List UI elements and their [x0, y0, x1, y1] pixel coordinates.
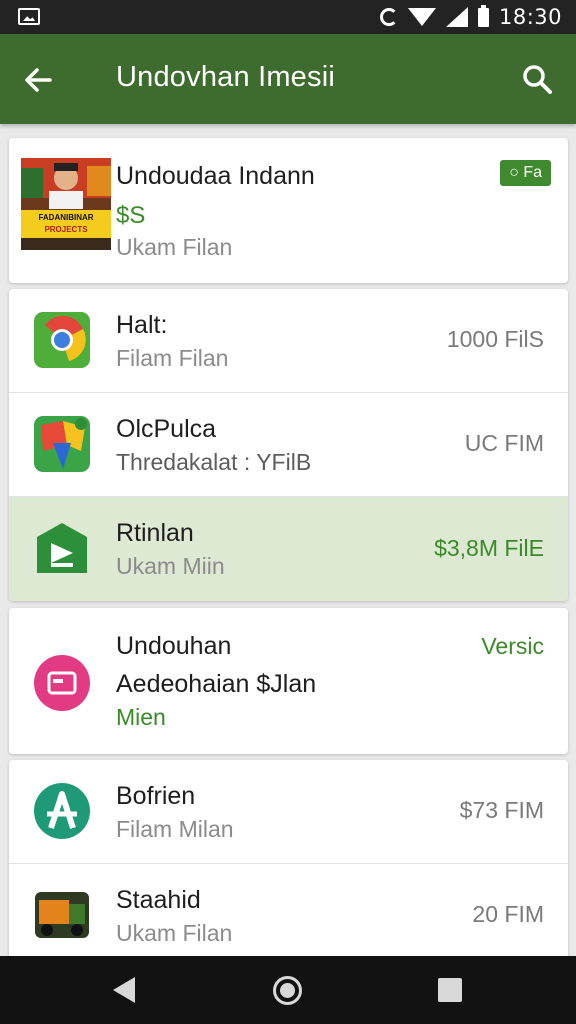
app-name: Rtinlan: [116, 519, 194, 547]
list-item[interactable]: Halt: Filam Filan 1000 FilS: [9, 289, 568, 393]
app-list-2: Bofrien Filam Milan $73 FIM Staahid Ukam…: [9, 760, 568, 960]
status-bar: 18:30: [0, 0, 576, 34]
featured-subtitle: Ukam Filan: [116, 234, 233, 260]
app-size: 20 FIM: [472, 901, 544, 927]
gallery-icon: [18, 8, 40, 25]
search-icon[interactable]: [520, 62, 554, 96]
app-size: 1000 FilS: [446, 326, 544, 352]
app-subtitle: Filam Filan: [116, 345, 229, 371]
nav-back-icon[interactable]: [113, 977, 135, 1003]
app-bar: Undovhan Imesii: [0, 34, 576, 124]
signal-icon: [445, 7, 468, 27]
sync-icon: [379, 8, 398, 26]
open-badge[interactable]: ○ Fa: [500, 160, 551, 186]
list-item-selected[interactable]: Rtinlan Ukam Miin $3,8M FilE: [9, 497, 568, 601]
update-card[interactable]: Undouhan Aedeohaian $Jlan Mien Versic: [9, 608, 568, 754]
battery-icon: [477, 4, 489, 27]
app-size: UC FIM: [464, 430, 544, 456]
item-tag: Mien: [116, 704, 166, 730]
thumb-line-2: PROJECTS: [44, 225, 88, 234]
featured-price: $S: [116, 202, 146, 229]
maps-icon: [34, 416, 90, 472]
item-subtitle: Aedeohaian $Jlan: [116, 670, 317, 698]
app-size: $73 FIM: [459, 797, 544, 823]
pink-square-icon: [34, 655, 90, 711]
thumb-line-1: FADANIBINAR: [38, 213, 93, 222]
featured-thumbnail: FADANIBINAR PROJECTS: [21, 158, 111, 250]
item-name: Undouhan: [116, 632, 232, 660]
status-icons: 18:30: [379, 4, 562, 29]
app-name: Staahid: [116, 886, 201, 914]
list-item[interactable]: Bofrien Filam Milan $73 FIM: [9, 760, 568, 864]
app-size: $3,8M FilE: [434, 535, 544, 561]
app-name: OlcPulca: [116, 415, 217, 443]
navigation-bar: [0, 956, 576, 1024]
app-subtitle: Ukam Filan: [116, 920, 233, 946]
list-item[interactable]: OlcPulca Thredakalat : YFilB UC FIM: [9, 393, 568, 497]
wifi-icon: [407, 8, 436, 26]
app-list-1: Halt: Filam Filan 1000 FilS OlcPulca Thr…: [9, 289, 568, 601]
truck-icon: [35, 892, 89, 938]
item-version: Versic: [481, 633, 544, 659]
app-subtitle: Thredakalat : YFilB: [116, 449, 312, 475]
page-title: Undovhan Imesii: [116, 61, 335, 93]
featured-name: Undoudaa Indann: [116, 162, 315, 190]
nav-recents-icon[interactable]: [438, 978, 462, 1002]
play-icon: [37, 523, 87, 573]
list-item[interactable]: Staahid Ukam Filan 20 FIM: [9, 864, 568, 960]
app-subtitle: Ukam Miin: [116, 553, 225, 579]
nav-home-icon[interactable]: [273, 976, 302, 1005]
clock: 18:30: [498, 5, 562, 29]
arrow-left-icon[interactable]: [20, 62, 56, 98]
app-subtitle: Filam Milan: [116, 816, 234, 842]
app-name: Halt:: [116, 311, 168, 339]
letter-a-icon: [34, 783, 90, 839]
chrome-icon: [34, 312, 90, 368]
featured-card[interactable]: FADANIBINAR PROJECTS Undoudaa Indann $S …: [9, 138, 568, 283]
app-name: Bofrien: [116, 782, 196, 810]
